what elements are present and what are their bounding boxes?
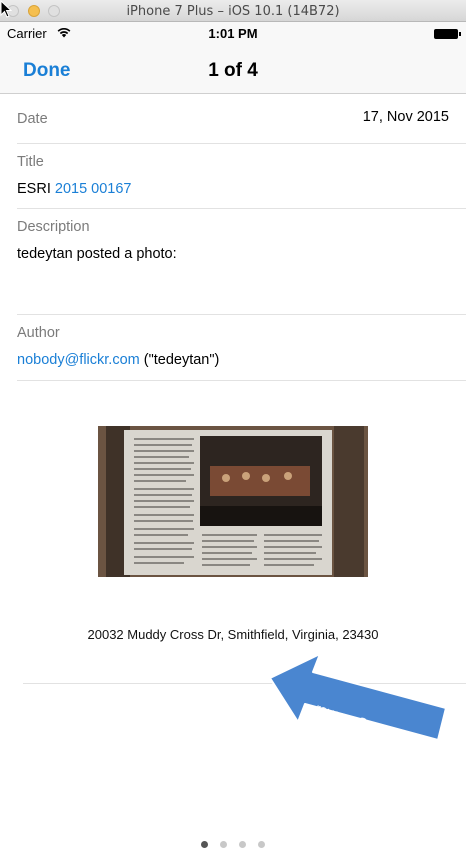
status-time: 1:01 PM xyxy=(208,26,258,41)
mouse-cursor-icon xyxy=(0,0,12,18)
page-dot[interactable] xyxy=(258,841,265,848)
annotation-arrow-icon xyxy=(269,653,447,741)
simulator-titlebar: iPhone 7 Plus – iOS 10.1 (14B72) xyxy=(0,0,466,22)
author-username: ("tedeytan") xyxy=(143,352,220,368)
description-value: tedeytan posted a photo: xyxy=(17,246,177,262)
page-title: 1 of 4 xyxy=(208,60,258,81)
page-dot[interactable] xyxy=(201,841,208,848)
title-label: Title xyxy=(17,154,44,170)
title-value: ESRI 2015 00167 xyxy=(17,181,131,197)
description-label: Description xyxy=(17,219,90,235)
battery-icon xyxy=(434,29,461,39)
status-bar: Carrier 1:01 PM xyxy=(0,22,466,44)
date-value: 17, Nov 2015 xyxy=(362,109,449,125)
window-title: iPhone 7 Plus – iOS 10.1 (14B72) xyxy=(126,4,340,19)
page-control[interactable] xyxy=(0,835,466,850)
separator xyxy=(17,314,466,315)
title-prefix: ESRI xyxy=(17,181,51,197)
separator xyxy=(17,380,466,381)
separator xyxy=(17,143,466,144)
photo-illustration xyxy=(98,426,368,577)
author-value: nobody@flickr.com ("tedeytan") xyxy=(17,352,219,368)
title-link[interactable]: 2015 00167 xyxy=(55,181,132,197)
photo-image[interactable] xyxy=(98,426,368,577)
page-dot[interactable] xyxy=(220,841,227,848)
navigation-bar: Done 1 of 4 xyxy=(0,44,466,94)
page-dot[interactable] xyxy=(239,841,246,848)
separator xyxy=(17,208,466,209)
author-label: Author xyxy=(17,325,60,341)
date-label: Date xyxy=(17,111,48,127)
author-email-link[interactable]: nobody@flickr.com xyxy=(17,352,140,368)
address-label: 20032 Muddy Cross Dr, Smithfield, Virgin… xyxy=(87,627,379,642)
